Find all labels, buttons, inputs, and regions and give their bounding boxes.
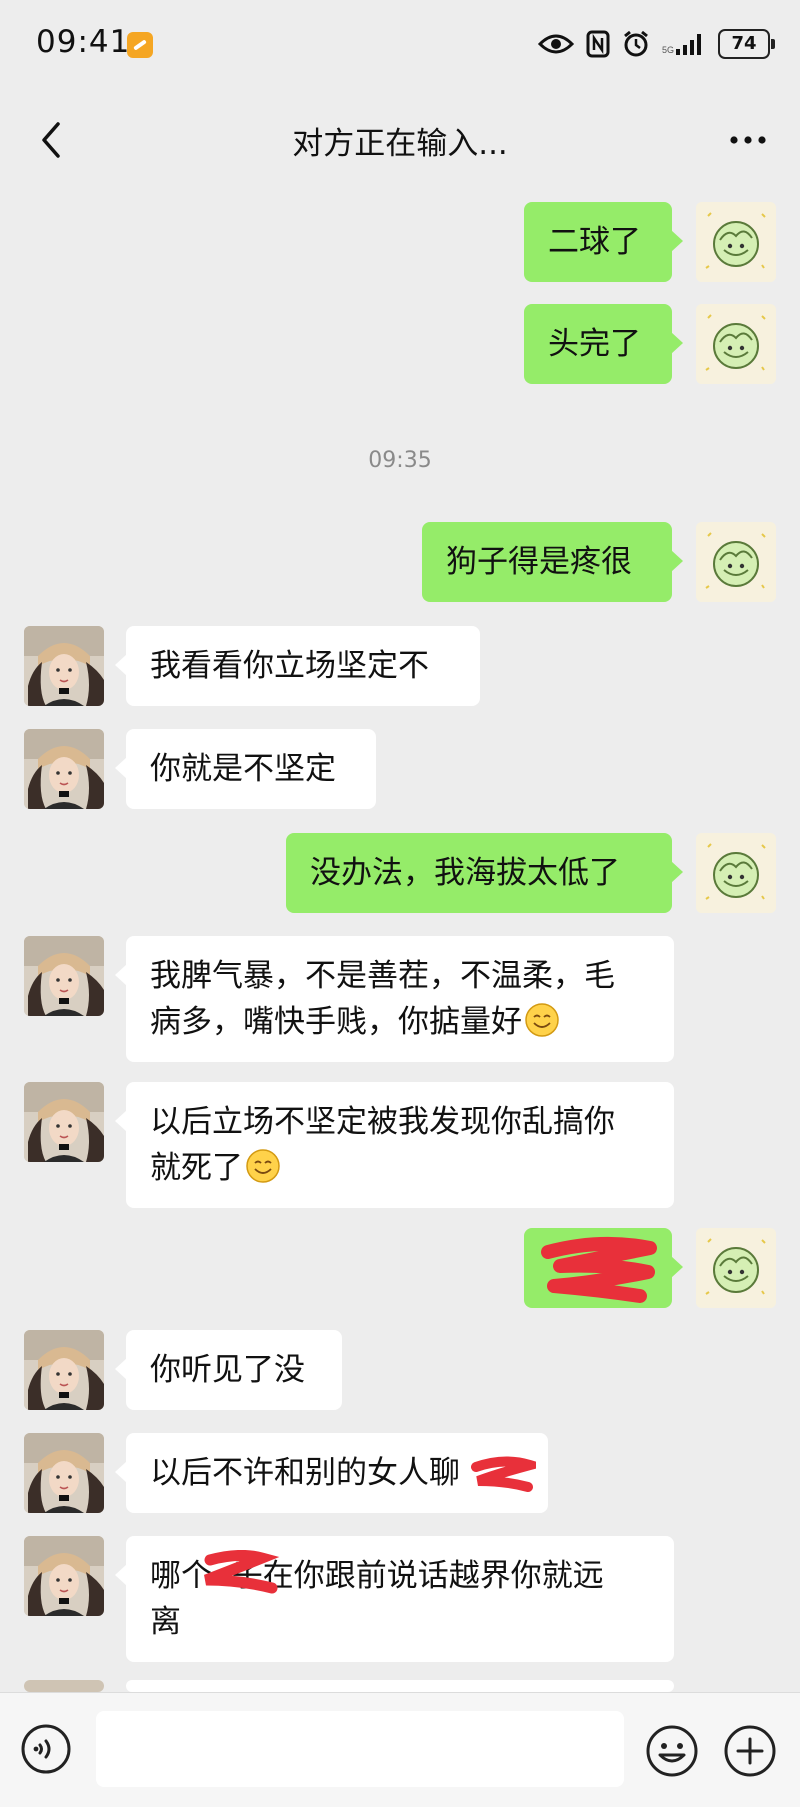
message-line: 离 [150,1604,181,1640]
message-line: 我脾气暴，不是善茬，不温柔，毛 [150,958,615,994]
self-avatar[interactable] [696,833,776,913]
alarm-icon [624,30,648,57]
emoji-button[interactable] [644,1723,700,1779]
contact-avatar[interactable] [24,1536,104,1616]
page-title: 对方正在输入... [292,126,508,162]
nfc-icon [586,30,610,58]
message-bubble[interactable]: 以后立场不坚定被我发现你乱搞你 就死了 [115,1082,674,1208]
self-avatar[interactable] [696,522,776,602]
back-button[interactable] [26,114,78,166]
svg-text:5G: 5G [662,45,674,55]
message-timestamp: 09:35 [368,448,432,473]
more-button[interactable] [722,114,774,166]
message-line: 就死了 [150,1150,243,1186]
contact-avatar[interactable] [24,936,104,1016]
contact-avatar[interactable] [24,626,104,706]
status-bar: 09:41 5G 74 [0,0,800,90]
self-avatar[interactable] [696,304,776,384]
message-bubble[interactable] [126,1680,674,1692]
message-bubble[interactable]: 你听见了没 [115,1330,342,1410]
message-input[interactable] [96,1711,624,1787]
message-incoming: 以后立场不坚定被我发现你乱搞你 就死了 [0,1082,800,1208]
smile-emoji-icon [245,1148,281,1184]
message-bubble[interactable]: 狗子得是疼很 [422,522,683,602]
message-bubble[interactable] [524,1228,683,1308]
contact-avatar[interactable] [24,1082,104,1162]
message-bubble[interactable]: 哪个 子在你跟前说话越界你就远离 [115,1536,674,1662]
input-bar [0,1692,800,1807]
message-line: 以后立场不坚定被我发现你乱搞你 [150,1104,615,1140]
message-bubble[interactable]: 二球了 [524,202,683,282]
message-outgoing [0,1228,800,1308]
message-incoming-partial [0,1680,800,1692]
message-outgoing: 二球了 [0,202,800,282]
contact-avatar[interactable] [24,729,104,809]
chat-messages[interactable]: 二球了 头完了 09:35 狗子得是疼很 我看看你立场坚定不 你就是不坚定 没办… [0,180,800,1692]
chat-header: 对方正在输入... [0,100,800,180]
message-incoming: 我看看你立场坚定不 [0,626,800,706]
message-line: 哪个 子在你跟前说话越界你就远 [150,1558,604,1594]
message-bubble[interactable]: 我看看你立场坚定不 [115,626,480,706]
smile-emoji-icon [524,1002,560,1038]
contact-avatar[interactable] [24,1330,104,1410]
voice-button[interactable] [20,1723,72,1775]
message-incoming: 你听见了没 [0,1330,800,1410]
message-bubble[interactable]: 我脾气暴，不是善茬，不温柔，毛 病多，嘴快手贱，你掂量好 [115,936,674,1062]
self-avatar[interactable] [696,1228,776,1308]
message-bubble[interactable]: 以后不许和别的女人聊 [115,1433,548,1513]
message-bubble[interactable]: 没办法，我海拔太低了 [286,833,683,913]
message-outgoing: 头完了 [0,304,800,384]
self-avatar[interactable] [696,202,776,282]
message-outgoing: 狗子得是疼很 [0,522,800,602]
contact-avatar[interactable] [24,1433,104,1513]
signal-icon: 5G [662,34,701,55]
app-notification-icon [127,32,153,58]
message-line: 病多，嘴快手贱，你掂量好 [150,1004,522,1040]
message-incoming: 哪个 子在你跟前说话越界你就远离 [0,1536,800,1662]
status-icons: 5G 74 [538,26,775,62]
status-time: 09:41 [36,24,131,60]
battery-icon: 74 [718,29,775,59]
eye-icon [538,34,574,54]
message-bubble[interactable]: 你就是不坚定 [115,729,376,809]
plus-button[interactable] [722,1723,778,1779]
message-outgoing: 没办法，我海拔太低了 [0,833,800,913]
contact-avatar[interactable] [24,1680,104,1692]
message-incoming: 我脾气暴，不是善茬，不温柔，毛 病多，嘴快手贱，你掂量好 [0,936,800,1062]
message-bubble[interactable]: 头完了 [524,304,683,384]
message-incoming: 你就是不坚定 [0,729,800,809]
message-incoming: 以后不许和别的女人聊 [0,1433,800,1513]
